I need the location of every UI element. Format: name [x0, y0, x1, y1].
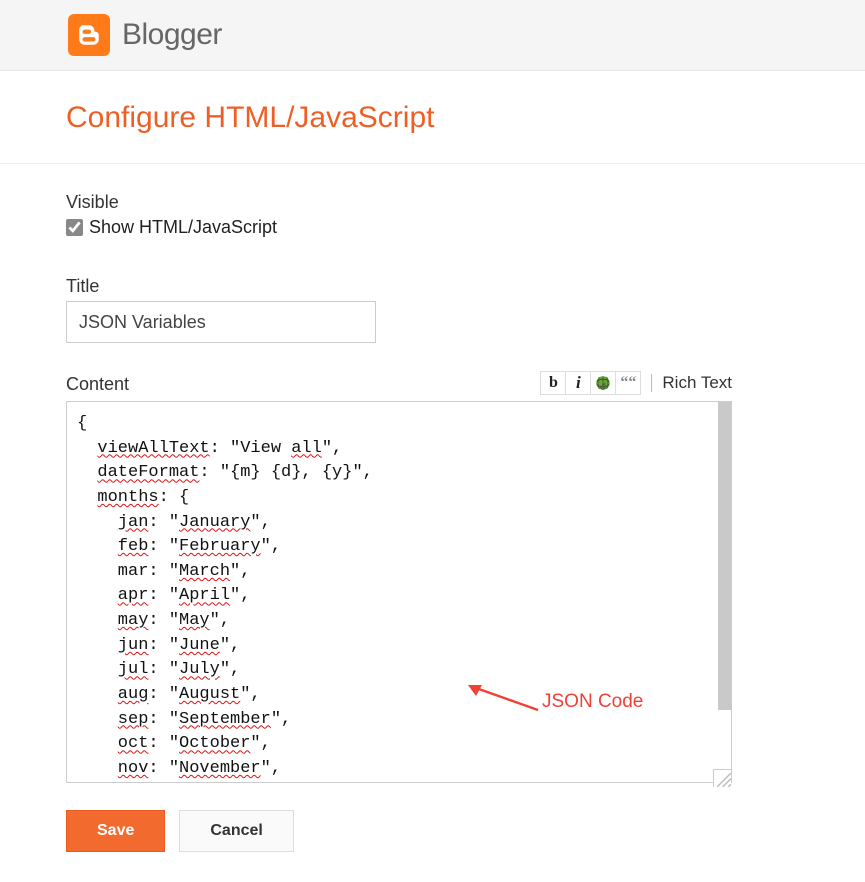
italic-button[interactable]: i: [565, 371, 591, 395]
show-html-js-checkbox[interactable]: [66, 219, 83, 236]
globe-link-icon: [594, 374, 612, 392]
title-label: Title: [66, 276, 799, 297]
title-input[interactable]: [66, 301, 376, 343]
visible-checkbox-row: Show HTML/JavaScript: [66, 217, 799, 238]
cancel-button[interactable]: Cancel: [179, 810, 293, 852]
content-scrollbar[interactable]: [718, 402, 731, 710]
show-html-js-label[interactable]: Show HTML/JavaScript: [89, 217, 277, 238]
toolbar-divider: [651, 374, 652, 392]
bold-button[interactable]: b: [540, 371, 566, 395]
content-label: Content: [66, 374, 129, 395]
actions-row: Save Cancel: [66, 810, 799, 852]
save-button[interactable]: Save: [66, 810, 165, 852]
content-resize-handle[interactable]: [713, 769, 731, 787]
rich-text-toggle[interactable]: Rich Text: [662, 373, 732, 393]
brand-name: Blogger: [122, 18, 222, 52]
body-area: Configure HTML/JavaScript Visible Show H…: [0, 71, 865, 882]
blogger-logo-icon: [68, 14, 110, 56]
content-box: { viewAllText: "View all", dateFormat: "…: [66, 401, 732, 788]
content-header: Content b i ““ Rich Text: [66, 371, 732, 395]
content-textarea[interactable]: [66, 401, 732, 783]
app-header: Blogger: [0, 0, 865, 71]
page-title: Configure HTML/JavaScript: [0, 71, 865, 164]
content-toolbar: b i ““ Rich Text: [541, 371, 732, 395]
link-button[interactable]: [590, 371, 616, 395]
visible-label: Visible: [66, 192, 799, 213]
blockquote-button[interactable]: ““: [615, 371, 641, 395]
form-area: Visible Show HTML/JavaScript Title Conte…: [0, 164, 865, 852]
